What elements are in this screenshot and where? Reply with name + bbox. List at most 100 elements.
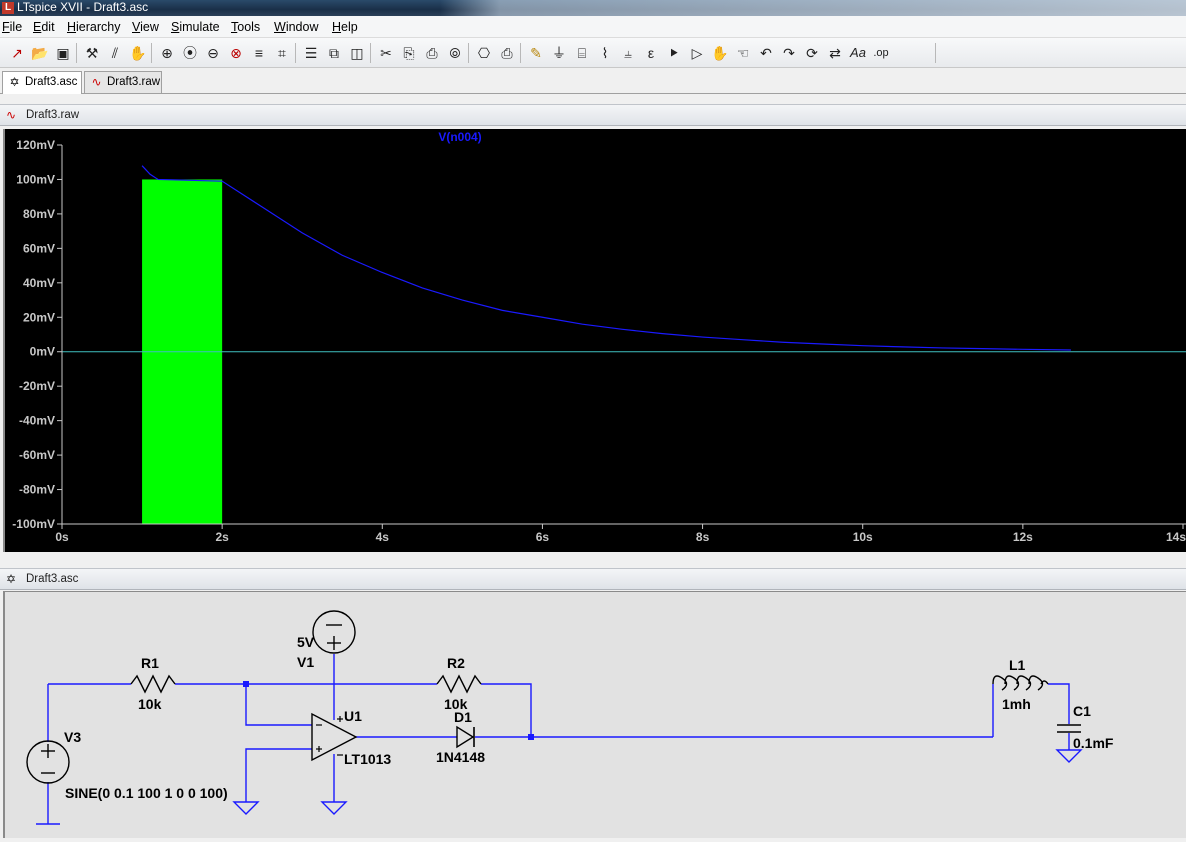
c1-value-label: 0.1mF — [1073, 735, 1114, 751]
ground-icon[interactable]: ⏚ — [548, 42, 570, 64]
title-bar-glass — [440, 0, 1186, 16]
open-icon[interactable]: 📂 — [29, 42, 51, 64]
y-tick-label: 100mV — [16, 172, 55, 186]
menu-simulate[interactable]: Simulate — [171, 20, 220, 34]
diode-icon[interactable]: ⯈ — [663, 42, 685, 64]
voltage-source-v3[interactable] — [26, 740, 70, 784]
waveform-icon: ∿ — [6, 108, 17, 122]
menu-tools[interactable]: Tools — [231, 20, 260, 34]
zoom-full-icon[interactable]: ⦿ — [179, 42, 201, 64]
find-icon[interactable]: ⦾ — [444, 42, 466, 64]
l1-value-label: 1mh — [1002, 696, 1031, 712]
x-tick-label: 10s — [853, 530, 873, 544]
x-tick-label: 12s — [1013, 530, 1033, 544]
trace-title: V(n004) — [438, 130, 481, 144]
menu-view[interactable]: View — [132, 20, 159, 34]
undo-icon[interactable]: ↶ — [755, 42, 777, 64]
capacitor-c1[interactable] — [1057, 724, 1081, 733]
inductor-l1[interactable] — [992, 675, 1049, 691]
y-tick-label: 80mV — [23, 207, 55, 221]
redo-icon[interactable]: ↷ — [778, 42, 800, 64]
y-tick-label: -20mV — [19, 379, 55, 393]
toolbar-separator — [935, 43, 936, 63]
cut-icon[interactable]: ✂ — [375, 42, 397, 64]
print-icon[interactable]: ⎙ — [496, 42, 518, 64]
zoom-cancel-icon[interactable]: ⊗ — [225, 42, 247, 64]
copy-icon[interactable]: ⎘ — [398, 42, 420, 64]
control-panel-icon[interactable]: ⚒ — [81, 42, 103, 64]
c1-ref-label: C1 — [1073, 703, 1091, 719]
v3-ref-label: V3 — [64, 729, 81, 745]
spice-directive-icon[interactable]: .op — [870, 42, 892, 64]
halt-icon[interactable]: ✋ — [127, 42, 149, 64]
wire-icon[interactable]: ✎ — [525, 42, 547, 64]
grid-icon[interactable]: ⌗ — [271, 42, 293, 64]
zoom-in-icon[interactable]: ⊕ — [156, 42, 178, 64]
run-icon[interactable]: ⫽ — [104, 42, 126, 64]
schematic-pane-header[interactable]: ✡ Draft3.asc — [0, 568, 1186, 590]
menu-hierarchy[interactable]: Hierarchy — [67, 20, 121, 34]
menu-edit[interactable]: Edit — [33, 20, 55, 34]
save-icon[interactable]: ▣ — [52, 42, 74, 64]
x-tick-label: 4s — [376, 530, 390, 544]
wire — [245, 684, 312, 726]
u1-ref-label: U1 — [344, 708, 362, 724]
waveform-pane-header[interactable]: ∿ Draft3.raw — [0, 104, 1186, 126]
v3-value-label: SINE(0 0.1 100 1 0 0 100) — [65, 785, 228, 801]
resistor-r2[interactable] — [436, 674, 482, 694]
window-title: LTspice XVII - Draft3.asc — [17, 0, 149, 14]
resistor-icon[interactable]: ⌇ — [594, 42, 616, 64]
x-tick-label: 8s — [696, 530, 710, 544]
paste-icon[interactable]: ⎙ — [421, 42, 443, 64]
cascade-icon[interactable]: ⧉ — [323, 42, 345, 64]
zoom-out-icon[interactable]: ⊖ — [202, 42, 224, 64]
ground-icon — [320, 801, 348, 815]
move-icon[interactable]: ✋ — [709, 42, 731, 64]
menu-window[interactable]: Window — [274, 20, 318, 34]
waveform-plot[interactable]: 120mV 100mV 80mV 60mV 40mV 20mV 0mV -20mV -40mV -… — [3, 129, 1186, 552]
menu-help[interactable]: Help — [332, 20, 358, 34]
print-setup-icon[interactable]: ⎔ — [473, 42, 495, 64]
toolbar-separator — [520, 43, 521, 63]
voltage-source-v1[interactable] — [312, 610, 356, 654]
drag-icon[interactable]: ☜ — [732, 42, 754, 64]
capacitor-icon[interactable]: ⫨ — [617, 42, 639, 64]
toolbar-separator — [370, 43, 371, 63]
component-icon[interactable]: ▷ — [686, 42, 708, 64]
label-net-icon[interactable]: ⌸ — [571, 42, 593, 64]
waveform-icon: ∿ — [91, 75, 102, 89]
ltspice-logo-icon: L — [2, 2, 14, 14]
autorange-icon[interactable]: ≡ — [248, 42, 270, 64]
junction-dot — [243, 681, 249, 687]
tile-vertical-icon[interactable]: ◫ — [346, 42, 368, 64]
y-tick-label: -80mV — [19, 483, 55, 497]
rotate-icon[interactable]: ⟳ — [801, 42, 823, 64]
resistor-r1[interactable] — [130, 674, 176, 694]
r1-value-label: 10k — [138, 696, 162, 712]
mirror-icon[interactable]: ⇄ — [824, 42, 846, 64]
toolbar-separator — [76, 43, 77, 63]
menu-file[interactable]: File — [2, 20, 22, 34]
schematic-canvas[interactable]: R1 10k R2 10k 5V V1 V3 SINE(0 0.1 100 1 … — [3, 591, 1186, 838]
pane-separator[interactable] — [0, 552, 1186, 568]
series-line-vn004 — [141, 165, 1071, 351]
tab-draft3-raw[interactable]: ∿ Draft3.raw — [84, 71, 162, 93]
new-schematic-icon[interactable]: ↗ — [6, 42, 28, 64]
tab-draft3-asc[interactable]: ✡ Draft3.asc — [2, 71, 82, 94]
document-tab-bar: ✡ Draft3.asc ∿ Draft3.raw — [0, 68, 1186, 94]
x-tick-label: 14s — [1166, 530, 1186, 544]
tile-horizontal-icon[interactable]: ☰ — [300, 42, 322, 64]
r2-ref-label: R2 — [447, 655, 465, 671]
y-tick-label: 20mV — [23, 310, 55, 324]
tab-label: Draft3.raw — [107, 76, 161, 88]
y-tick-label: -60mV — [19, 448, 55, 462]
d1-value-label: 1N4148 — [436, 749, 485, 765]
text-icon[interactable]: Aa — [847, 42, 869, 64]
tab-label: Draft3.asc — [25, 76, 78, 88]
junction-dot — [528, 734, 534, 740]
diode-d1[interactable] — [456, 725, 475, 749]
v1-value-label: 5V — [297, 634, 315, 650]
x-tick-label: 6s — [536, 530, 550, 544]
schematic-icon: ✡ — [9, 75, 20, 89]
inductor-icon[interactable]: ε — [640, 42, 662, 64]
